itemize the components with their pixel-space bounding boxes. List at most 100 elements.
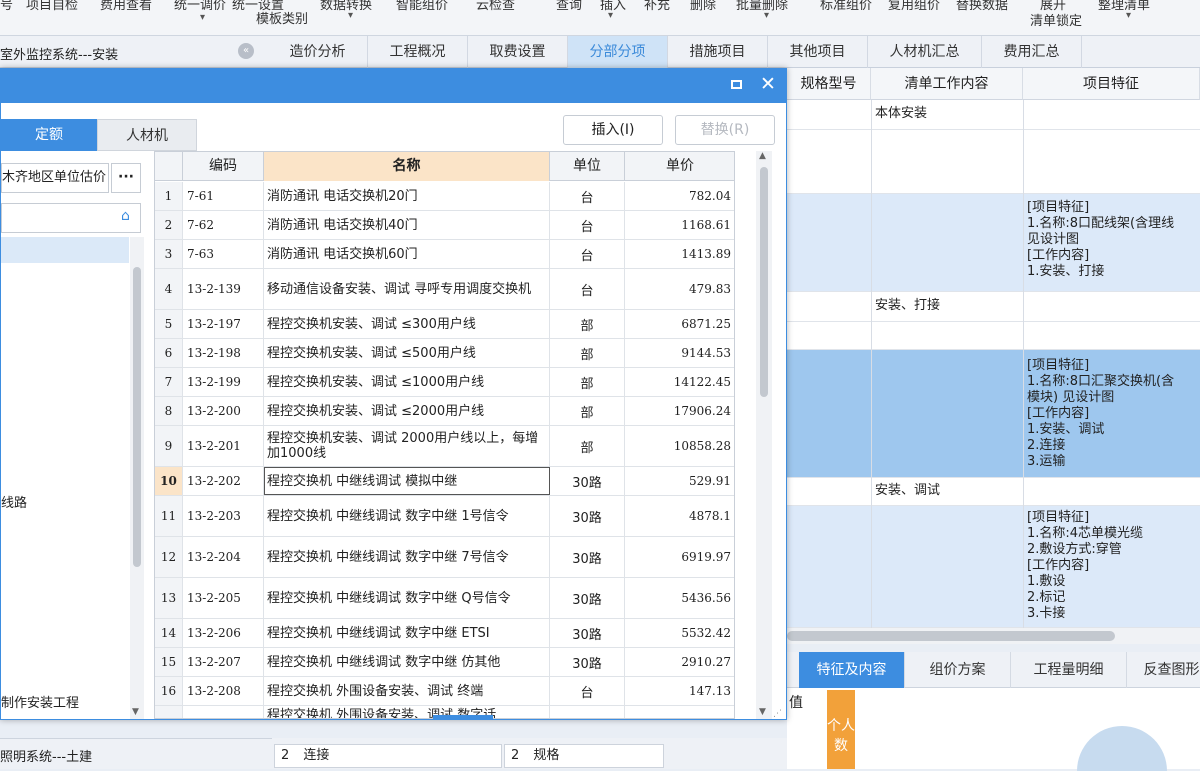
feature-name: 规格 [533,748,560,763]
ribbon-item-data-convert[interactable]: 数据转换 [320,0,372,13]
table-row[interactable]: 4 13-2-139 移动通信设备安装、调试 寻呼专用调度交换机台 479.83 [155,269,734,310]
table-row[interactable]: 12 13-2-204 程控交换机 中继线调试 数字中继 7号信令 30路 6919.9… [155,537,734,578]
ribbon-item-supplement[interactable]: 补充 [644,0,670,13]
tree-item-selected[interactable] [1,237,129,263]
row-index: 1 [155,182,183,210]
quota-name: 程控交换机 中继线调试 数字中继 1号信令 [264,496,550,536]
ribbon-item-batch-delete[interactable]: 批量删除 [736,0,788,13]
scroll-down-icon[interactable]: ▼ [759,707,766,717]
ribbon-lock-list[interactable]: 清单锁定 [1030,10,1082,29]
scrollbar-thumb[interactable] [760,167,768,397]
tab-labor-material-summary[interactable]: 人材机汇总 [868,36,982,68]
column-header-unit[interactable]: 单位 [550,152,625,181]
replace-button[interactable]: 替换(R) [675,115,775,145]
chevron-down-icon[interactable]: ▾ [200,12,205,23]
search-icon[interactable]: ⌂ [121,208,137,224]
ribbon-item-standard-pricing[interactable]: 标准组价 [820,0,872,13]
tab-labor-material[interactable]: 人材机 [97,119,197,151]
chevron-down-icon[interactable]: ▾ [608,10,613,21]
collapse-icon[interactable]: « [238,43,254,59]
quota-library-select[interactable]: 木齐地区单位估价 [1,163,109,193]
tab-sub-items[interactable]: 分部分项 [568,36,668,68]
tab-measures[interactable]: 措施项目 [668,36,768,68]
close-icon[interactable]: ✕ [760,73,776,95]
ribbon-item-project-check[interactable]: 项目自检 [26,0,78,13]
column-header-spec[interactable]: 规格型号 [787,68,871,100]
tab-fee-summary[interactable]: 费用汇总 [982,36,1082,68]
tree-scrollbar[interactable] [130,237,144,719]
table-row[interactable]: 1 7-61 消防通讯 电话交换机20门台 782.04 [155,182,734,211]
quota-price: 479.83 [625,269,734,309]
tab-quota[interactable]: 定额 [1,119,97,151]
table-row[interactable]: 3 7-63 消防通讯 电话交换机60门台 1413.89 [155,240,734,269]
table-row[interactable]: 11 13-2-203 程控交换机 中继线调试 数字中继 1号信令 30路 4878.1 [155,496,734,537]
table-row[interactable]: 8 13-2-200 程控交换机安装、调试 ≤2000用户线部 17906.24 [155,397,734,426]
quota-price: 4878.1 [625,496,734,536]
tree-search-input[interactable] [1,203,141,233]
tab-project-overview[interactable]: 工程概况 [368,36,468,68]
feature-row[interactable]: 2 规格 [504,744,664,768]
column-header-code[interactable]: 编码 [183,152,264,181]
table-row[interactable] [787,322,1200,350]
column-header-name[interactable]: 名称 [264,152,550,181]
table-row[interactable] [787,130,1200,194]
table-row[interactable]: [项目特征] 1.名称:8口配线架(含理线 见设计图 [工作内容] 1.安装、打… [787,194,1200,292]
ribbon-item-cloud-check[interactable]: 云检查 [476,0,515,13]
tab-other-items[interactable]: 其他项目 [768,36,868,68]
scrollbar-thumb[interactable] [133,267,141,567]
resize-grip-icon[interactable]: ⋰ [773,709,782,719]
quota-code: 13-2-200 [183,397,264,425]
table-row[interactable]: 16 13-2-208 程控交换机 外围设备安装、调试 终端台 147.13 [155,677,734,706]
table-row[interactable]: 2 7-62 消防通讯 电话交换机40门台 1168.61 [155,211,734,240]
table-row[interactable]: 13 13-2-205 程控交换机 中继线调试 数字中继 Q号信令 30路 5436.5… [155,578,734,619]
dialog-titlebar[interactable]: ✕ [1,69,786,103]
table-row[interactable]: 安装、打接 [787,292,1200,322]
maximize-icon[interactable] [731,80,742,89]
project-node-lighting[interactable]: 照明系统---土建 [0,746,92,765]
column-header-work-content[interactable]: 清单工作内容 [871,68,1023,100]
tree-item-fabrication[interactable]: 制作安装工程 [1,692,79,711]
ribbon-item-search[interactable]: 查询 [556,0,582,13]
main-tabbar: 室外监控系统---安装 « 造价分析 工程概况 取费设置 分部分项 措施项目 其… [0,36,1200,68]
ribbon-item-view-cost[interactable]: 费用查看 [100,0,152,13]
ribbon-item-smart-pricing[interactable]: 智能组价 [396,0,448,13]
tab-quantity-detail[interactable]: 工程量明细 [1011,652,1127,688]
feature-row[interactable]: 2 连接 [274,744,502,768]
tab-feature-content[interactable]: 特征及内容 [799,652,905,688]
table-scrollbar[interactable]: ▲ ▼ [756,151,772,719]
scrollbar-thumb[interactable] [787,631,1115,641]
more-options-button[interactable]: ··· [111,163,141,193]
tab-fee-settings[interactable]: 取费设置 [468,36,568,68]
table-row[interactable]: 14 13-2-206 程控交换机 中继线调试 数字中继 ETSI 30路 5532.4… [155,619,734,648]
ribbon-template-category[interactable]: 模板类别 [256,8,308,27]
column-header-item-feature[interactable]: 项目特征 [1023,68,1200,100]
tab-pricing-plan[interactable]: 组价方案 [905,652,1011,688]
table-row[interactable]: 15 13-2-207 程控交换机 中继线调试 数字中继 仿其他 30路 2910.27 [155,648,734,677]
row-index: 8 [155,397,183,425]
table-row[interactable]: 7 13-2-199 程控交换机安装、调试 ≤1000用户线部 14122.45 [155,368,734,397]
chevron-down-icon[interactable]: ▾ [764,10,769,21]
scroll-down-icon[interactable]: ▼ [132,707,139,717]
table-row[interactable]: 安装、调试 [787,478,1200,506]
ribbon-item-organize-list[interactable]: 整理清单 [1098,0,1150,13]
personal-data-tab[interactable]: 个人数 [827,690,855,769]
ribbon-item-replace-data[interactable]: 替换数据 [956,0,1008,13]
horizontal-scrollbar[interactable] [787,628,1200,644]
table-row-selected[interactable]: [项目特征] 1.名称:8口汇聚交换机(含 模块) 见设计图 [工作内容] 1.… [787,350,1200,478]
table-row[interactable]: 本体安装 [787,100,1200,130]
ribbon-item-reuse-pricing[interactable]: 复用组价 [888,0,940,13]
ribbon-item[interactable]: 号 [0,0,13,13]
tab-reverse-lookup[interactable]: 反查图形 [1127,652,1200,688]
tab-cost-analysis[interactable]: 造价分析 [268,36,368,68]
tree-item-lines[interactable]: 线路 [1,492,27,511]
scroll-up-icon[interactable]: ▲ [759,151,766,161]
ribbon-item-delete[interactable]: 删除 [690,0,716,13]
splitter-handle[interactable] [433,715,493,719]
table-row[interactable]: [项目特征] 1.名称:4芯单模光缆 2.敷设方式:穿管 [工作内容] 1.敷设… [787,506,1200,628]
table-row[interactable]: 6 13-2-198 程控交换机安装、调试 ≤500用户线部 9144.53 [155,339,734,368]
column-header-price[interactable]: 单价 [625,152,734,181]
table-row[interactable]: 9 13-2-201 程控交换机安装、调试 2000用户线以上，每增加1000线部 1… [155,426,734,467]
insert-button[interactable]: 插入(I) [563,115,663,145]
table-row-current[interactable]: 10 13-2-202 程控交换机 中继线调试 模拟中继 30路 529.91 [155,467,734,496]
table-row[interactable]: 5 13-2-197 程控交换机安装、调试 ≤300用户线部 6871.25 [155,310,734,339]
